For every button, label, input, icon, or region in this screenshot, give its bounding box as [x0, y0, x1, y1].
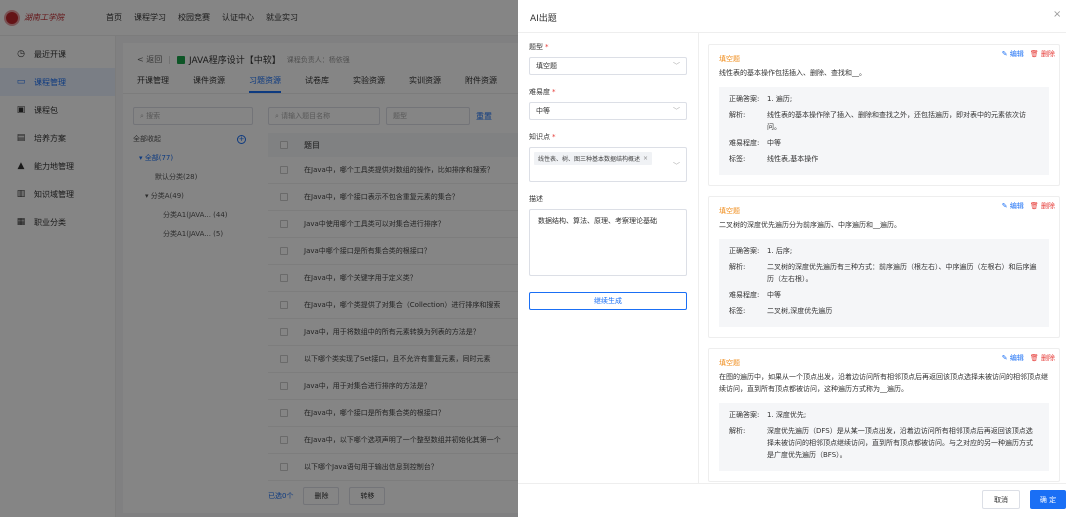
- knowledge-tag: 线性表、树、图三种基本数据结构概述 ×: [534, 152, 653, 165]
- answer-box: 正确答案: 1. 后序; 解析: 二叉树的深度优先遍历有三种方式：前序遍历（根左右）…: [719, 239, 1049, 327]
- card-actions: ✎ 编辑 🗑 删除: [1002, 353, 1055, 363]
- answer-value: 1. 遍历;: [767, 95, 793, 103]
- drawer-column-divider: [698, 33, 699, 483]
- edit-button[interactable]: ✎ 编辑: [1002, 49, 1024, 59]
- ai-question-drawer: AI出题 × 题型 * 填空题 ﹀ 难易度 * 中等 ﹀ 知识点 * 线性表、树、图三种基…: [518, 0, 1066, 517]
- analysis-value: 深度优先遍历（DFS）是从某一顶点出发，沿着边访问所有相邻顶点后再返回该顶点选择…: [767, 427, 1033, 459]
- delete-button[interactable]: 🗑 删除: [1030, 353, 1055, 363]
- question-type-badge: 填空题: [719, 55, 740, 63]
- difficulty-value: 中等: [767, 139, 781, 147]
- analysis-key: 解析:: [729, 263, 746, 271]
- question-card: ✎ 编辑 🗑 删除 填空题 二叉树的深度优先遍历分为前序遍历、中序遍历和__遍历…: [708, 196, 1060, 338]
- required-mark: *: [552, 88, 556, 96]
- type-label-text: 题型: [529, 43, 543, 51]
- question-type-value: 填空题: [536, 62, 557, 70]
- cancel-button[interactable]: 取消: [982, 490, 1020, 509]
- question-type-dropdown[interactable]: 填空题 ﹀: [529, 57, 687, 75]
- edit-label: 编辑: [1009, 354, 1024, 362]
- answer-key: 正确答案:: [729, 95, 760, 103]
- tags-row: 标签: 线性表,基本操作: [729, 153, 1039, 165]
- analysis-key: 解析:: [729, 427, 746, 435]
- drawer-header-divider: [518, 32, 1066, 33]
- tags-value: 线性表,基本操作: [767, 155, 819, 163]
- drawer-title: AI出题: [530, 14, 557, 24]
- difficulty-row: 难易程度: 中等: [729, 137, 1039, 149]
- edit-label: 编辑: [1009, 50, 1024, 58]
- edit-label: 编辑: [1009, 202, 1024, 210]
- description-label: 描述: [529, 195, 543, 203]
- delete-label: 删除: [1041, 50, 1055, 58]
- answer-row: 正确答案: 1. 后序;: [729, 245, 1039, 257]
- card-actions: ✎ 编辑 🗑 删除: [1002, 201, 1055, 211]
- difficulty-value: 中等: [536, 107, 550, 115]
- confirm-button[interactable]: 确 定: [1030, 490, 1066, 509]
- analysis-key: 解析:: [729, 111, 746, 119]
- type-label: 题型 *: [529, 42, 687, 52]
- description-textarea[interactable]: 数据结构、算法、原理、考察理论基础: [529, 209, 687, 276]
- chevron-down-icon: ﹀: [673, 162, 680, 170]
- question-stem: 在图的遍历中，如果从一个顶点出发，沿着边访问所有相邻顶点后再返回该顶点选择未被访…: [719, 373, 1048, 393]
- knowledge-label-text: 知识点: [529, 133, 550, 141]
- chevron-down-icon: ﹀: [673, 107, 680, 115]
- question-type-badge: 填空题: [719, 207, 740, 215]
- difficulty-label: 难易度 *: [529, 87, 687, 97]
- delete-label: 删除: [1041, 202, 1055, 210]
- knowledge-tag-text: 线性表、树、图三种基本数据结构概述: [538, 156, 641, 163]
- edit-button[interactable]: ✎ 编辑: [1002, 353, 1024, 363]
- modal-overlay[interactable]: [0, 0, 518, 517]
- knowledge-point-select[interactable]: 线性表、树、图三种基本数据结构概述 × ﹀: [529, 147, 687, 182]
- difficulty-value: 中等: [767, 291, 781, 299]
- continue-generate-button[interactable]: 继续生成: [529, 292, 687, 310]
- required-mark: *: [545, 43, 549, 51]
- drawer-footer-divider: [518, 483, 1066, 484]
- difficulty-dropdown[interactable]: 中等 ﹀: [529, 102, 687, 120]
- edit-button[interactable]: ✎ 编辑: [1002, 201, 1024, 211]
- chevron-down-icon: ﹀: [673, 62, 680, 70]
- generated-questions: ✎ 编辑 🗑 删除 填空题 线性表的基本操作包括插入、删除、查找和__。 正确答…: [708, 44, 1060, 482]
- question-stem: 线性表的基本操作包括插入、删除、查找和__。: [719, 69, 866, 77]
- required-mark: *: [552, 133, 556, 141]
- card-actions: ✎ 编辑 🗑 删除: [1002, 49, 1055, 59]
- difficulty-label-text: 难易度: [529, 88, 550, 96]
- knowledge-label: 知识点 *: [529, 132, 687, 142]
- question-stem: 二叉树的深度优先遍历分为前序遍历、中序遍历和__遍历。: [719, 221, 901, 229]
- answer-value: 1. 后序;: [767, 247, 793, 255]
- difficulty-key: 难易程度:: [729, 291, 760, 299]
- tags-key: 标签:: [729, 307, 746, 315]
- answer-row: 正确答案: 1. 深度优先;: [729, 409, 1039, 421]
- delete-button[interactable]: 🗑 删除: [1030, 49, 1055, 59]
- analysis-row: 解析: 线性表的基本操作除了插入、删除和查找之外，还包括遍历，即对表中的元素依次访…: [729, 109, 1039, 133]
- difficulty-row: 难易程度: 中等: [729, 289, 1039, 301]
- analysis-row: 解析: 深度优先遍历（DFS）是从某一顶点出发，沿着边访问所有相邻顶点后再返回该顶…: [729, 425, 1039, 461]
- answer-value: 1. 深度优先;: [767, 411, 807, 419]
- analysis-value: 二叉树的深度优先遍历有三种方式：前序遍历（根左右）、中序遍历（左根右）和后序遍历…: [767, 263, 1037, 283]
- tags-value: 二叉树,深度优先遍历: [767, 307, 833, 315]
- answer-box: 正确答案: 1. 深度优先; 解析: 深度优先遍历（DFS）是从某一顶点出发，沿着边…: [719, 403, 1049, 471]
- tags-row: 标签: 二叉树,深度优先遍历: [729, 305, 1039, 317]
- answer-key: 正确答案:: [729, 411, 760, 419]
- analysis-value: 线性表的基本操作除了插入、删除和查找之外，还包括遍历，即对表中的元素依次访问。: [767, 111, 1026, 131]
- answer-box: 正确答案: 1. 遍历; 解析: 线性表的基本操作除了插入、删除和查找之外，还包括遍…: [719, 87, 1049, 175]
- answer-row: 正确答案: 1. 遍历;: [729, 93, 1039, 105]
- delete-button[interactable]: 🗑 删除: [1030, 201, 1055, 211]
- tags-key: 标签:: [729, 155, 746, 163]
- difficulty-key: 难易程度:: [729, 139, 760, 147]
- question-card: ✎ 编辑 🗑 删除 填空题 线性表的基本操作包括插入、删除、查找和__。 正确答…: [708, 44, 1060, 186]
- question-card: ✎ 编辑 🗑 删除 填空题 在图的遍历中，如果从一个顶点出发，沿着边访问所有相邻…: [708, 348, 1060, 482]
- close-icon[interactable]: ×: [1053, 9, 1061, 20]
- generation-form: 题型 * 填空题 ﹀ 难易度 * 中等 ﹀ 知识点 * 线性表、树、图三种基本数据结构概述…: [529, 42, 687, 310]
- delete-label: 删除: [1041, 354, 1055, 362]
- analysis-row: 解析: 二叉树的深度优先遍历有三种方式：前序遍历（根左右）、中序遍历（左根右）和后…: [729, 261, 1039, 285]
- question-type-badge: 填空题: [719, 359, 740, 367]
- answer-key: 正确答案:: [729, 247, 760, 255]
- tag-close-icon[interactable]: ×: [643, 155, 648, 162]
